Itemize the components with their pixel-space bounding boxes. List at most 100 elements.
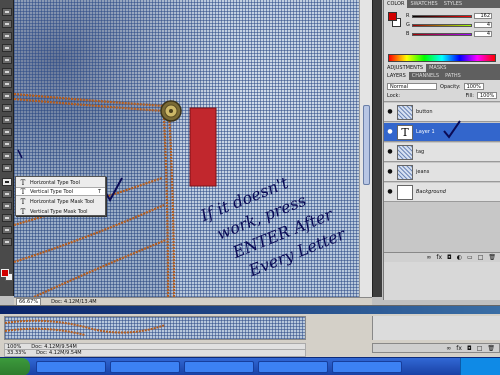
foreground-color-swatch[interactable] [1,269,9,277]
blend-mode-select[interactable]: Normal [387,83,437,90]
system-tray [460,358,500,375]
right-panels: COLOR SWATCHES STYLES R 162 G 4 B 4 ADJU… [383,0,500,300]
document-canvas[interactable]: If it doesn't work, press ENTER After Ev… [14,0,372,297]
document-status-bar: 66.67% Doc: 4.12M/13.4M [14,297,372,306]
fill-input[interactable]: 100% [477,92,497,99]
layer-row-tag[interactable]: ● tag [384,143,500,162]
taskbar-button-5[interactable] [332,361,402,373]
new-layer-icon[interactable]: □ [477,345,483,352]
trash-icon[interactable]: 🗑 [488,254,496,261]
type-tool-icon[interactable] [2,178,12,186]
new-layer-icon[interactable]: □ [478,254,484,261]
horizontal-type-mask-tool-item[interactable]: T Horizontal Type Mask Tool [16,197,105,206]
mask-icon[interactable]: ◘ [467,345,472,352]
green-channel-slider[interactable]: G 4 [406,22,500,28]
blur-tool-icon[interactable] [2,152,12,160]
text-layer-thumbnail: T [397,124,413,140]
vertical-type-mask-icon: T [20,207,26,216]
second-window-title-bar[interactable] [0,306,500,314]
handwritten-annotation: If it doesn't work, press ENTER After Ev… [197,173,349,281]
fx-icon[interactable]: fx [436,254,442,261]
type-tool-flyout-menu: T Horizontal Type Tool T Vertical Type T… [15,176,106,216]
zoom-tool-icon[interactable] [2,238,12,246]
color-panel-foreground-swatch[interactable] [388,12,397,21]
taskbar-button-2[interactable] [110,361,180,373]
eye-icon[interactable]: ● [386,128,394,136]
green-value-input[interactable]: 4 [474,22,492,28]
windows-taskbar [0,357,500,375]
layer-row-background[interactable]: ● Background [384,183,500,202]
tab-swatches[interactable]: SWATCHES [407,0,440,8]
trash-icon[interactable]: 🗑 [487,345,495,352]
path-selection-tool-icon[interactable] [2,190,12,198]
taskbar-button-3[interactable] [184,361,254,373]
horizontal-type-icon: T [20,178,26,187]
blue-value-input[interactable]: 4 [474,31,492,37]
healing-brush-tool-icon[interactable] [2,80,12,88]
link-icon[interactable]: ∞ [426,254,431,261]
red-channel-slider[interactable]: R 162 [406,13,500,19]
third-document-size-info: Doc: 4.12M/9.54M [36,350,82,356]
eye-icon[interactable]: ● [386,168,394,176]
jeans-pocket-artwork: If it doesn't work, press ENTER After Ev… [14,92,349,297]
clone-stamp-tool-icon[interactable] [2,104,12,112]
tab-adjustments[interactable]: ADJUSTMENTS [384,64,427,72]
tab-channels[interactable]: CHANNELS [409,72,442,80]
history-brush-tool-icon[interactable] [2,116,12,124]
shape-tool-icon[interactable] [2,202,12,210]
dodge-tool-icon[interactable] [2,164,12,172]
layers-controls: Normal Opacity: 100% Lock: Fill: 100% [384,80,500,102]
gradient-tool-icon[interactable] [2,140,12,148]
quick-select-tool-icon[interactable] [2,44,12,52]
shortcut-key: T [97,188,101,195]
taskbar-button-4[interactable] [258,361,328,373]
lasso-tool-icon[interactable] [2,32,12,40]
third-zoom-level[interactable]: 33.33% [7,350,26,356]
tab-paths[interactable]: PATHS [442,72,464,80]
crop-tool-icon[interactable] [2,56,12,64]
color-spectrum-ramp[interactable] [388,54,496,62]
brush-tool-icon[interactable] [2,92,12,100]
mask-icon[interactable]: ◘ [447,254,452,261]
tab-layers[interactable]: LAYERS [384,72,409,80]
second-window-panel-area [372,316,500,340]
layer-row-jeans[interactable]: ● jeans [384,163,500,182]
start-button[interactable] [0,358,30,375]
eye-icon[interactable]: ● [386,108,394,116]
3d-rotate-tool-icon[interactable] [2,214,12,222]
hand-tool-icon[interactable] [2,226,12,234]
layer-thumbnail [397,104,413,120]
eyedropper-tool-icon[interactable] [2,68,12,76]
tab-masks[interactable]: MASKS [426,64,449,72]
fx-icon[interactable]: fx [456,345,462,352]
layers-panel-tabs: LAYERS CHANNELS PATHS [384,72,500,80]
layer-thumbnail [397,164,413,180]
tab-styles[interactable]: STYLES [441,0,465,8]
vertical-type-mask-tool-item[interactable]: T Vertical Type Mask Tool [16,207,105,216]
eraser-tool-icon[interactable] [2,128,12,136]
blue-channel-slider[interactable]: B 4 [406,31,500,37]
eye-icon[interactable]: ● [386,148,394,156]
vertical-type-icon: T [20,187,26,196]
panel-dock-strip [372,0,382,297]
layers-panel-footer: ∞ fx ◘ ◐ ▭ □ 🗑 [384,252,500,262]
canvas-vertical-scrollbar[interactable] [359,0,372,297]
layer-name: Background [416,189,446,195]
adjustment-layer-icon[interactable]: ◐ [457,254,462,261]
red-value-input[interactable]: 162 [474,13,492,19]
opacity-input[interactable]: 100% [463,83,484,90]
eye-icon[interactable]: ● [386,188,394,196]
move-tool-icon[interactable] [2,8,12,16]
taskbar-button-1[interactable] [36,361,106,373]
vertical-type-tool-item[interactable]: T Vertical Type Tool T [16,187,105,196]
marquee-tool-icon[interactable] [2,20,12,28]
second-document-canvas[interactable] [4,316,306,340]
horizontal-type-tool-item[interactable]: T Horizontal Type Tool [16,178,105,187]
layers-list: ● button ● T Layer 1 ● tag ● jeans ● Bac… [384,102,500,252]
layer-name: tag [416,149,425,155]
tab-color[interactable]: COLOR [384,0,408,8]
link-icon[interactable]: ∞ [446,345,451,352]
scrollbar-thumb[interactable] [363,105,370,185]
new-group-icon[interactable]: ▭ [467,254,473,261]
layer-thumbnail [397,184,413,200]
